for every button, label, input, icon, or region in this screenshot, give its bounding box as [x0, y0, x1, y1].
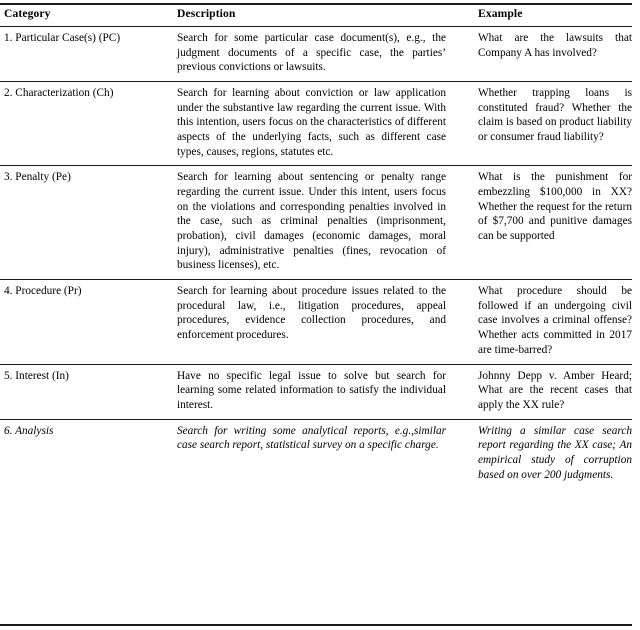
cell-description: Search for learning about sentencing or … — [177, 165, 478, 281]
cell-category: 2. Characterization (Ch) — [0, 81, 177, 167]
table-body: 1. Particular Case(s) (PC) Search for so… — [0, 26, 632, 489]
cell-category: 5. Interest (In) — [0, 364, 177, 420]
cell-description: Search for some particular case document… — [177, 26, 478, 83]
cell-example: Whether trapping loans is constituted fr… — [478, 81, 632, 167]
table-row: 5. Interest (In) Have no specific legal … — [0, 364, 632, 420]
table-row: 1. Particular Case(s) (PC) Search for so… — [0, 26, 632, 83]
cell-example: What is the punishment for embezzling $1… — [478, 165, 632, 281]
table-row: 2. Characterization (Ch) Search for lear… — [0, 81, 632, 167]
table-top-rule — [0, 3, 632, 6]
cell-example: Johnny Depp v. Amber Heard; What are the… — [478, 364, 632, 420]
table-row: 6. Analysis Search for writing some anal… — [0, 419, 632, 488]
cell-description: Search for learning about conviction or … — [177, 81, 478, 167]
cell-description: Search for writing some analytical repor… — [177, 424, 446, 452]
cell-category: 4. Procedure (Pr) — [0, 279, 177, 365]
cell-description: Search for learning about procedure issu… — [177, 279, 478, 365]
cell-example: Writing a similar case search report reg… — [478, 424, 632, 481]
cell-category: 3. Penalty (Pe) — [0, 165, 177, 281]
table-row: 4. Procedure (Pr) Search for learning ab… — [0, 279, 632, 365]
intent-taxonomy-table: Category Description Example 1. Particul… — [0, 0, 632, 488]
cell-category: 6. Analysis — [4, 424, 54, 437]
table-bottom-rule — [0, 624, 632, 627]
cell-category: 1. Particular Case(s) (PC) — [0, 26, 177, 83]
cell-example: What are the lawsuits that Company A has… — [478, 26, 632, 83]
table-row: 3. Penalty (Pe) Search for learning abou… — [0, 165, 632, 281]
cell-description: Have no specific legal issue to solve bu… — [177, 364, 478, 420]
intent-taxonomy-table-container: Category Description Example 1. Particul… — [0, 0, 640, 630]
cell-example: What procedure should be followed if an … — [478, 279, 632, 365]
